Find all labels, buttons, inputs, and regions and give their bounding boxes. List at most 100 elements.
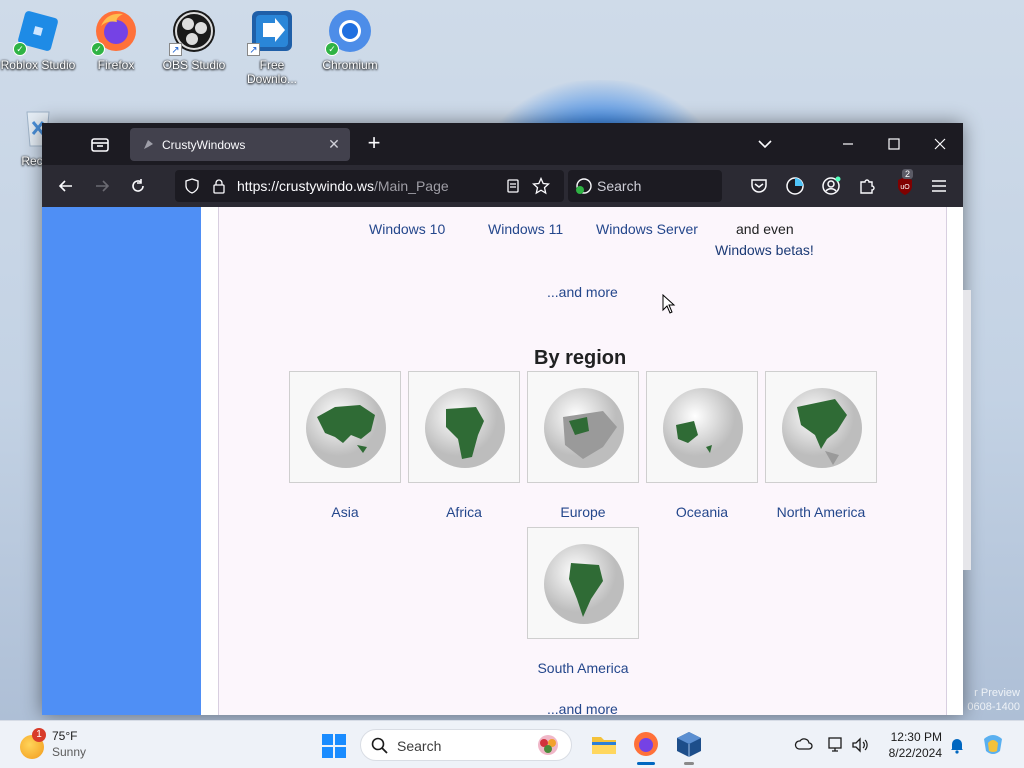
url-path: /Main_Page (373, 178, 449, 194)
windows-logo-icon (322, 734, 346, 758)
page-viewport[interactable]: Windows 10 Windows 11 Windows Server and… (42, 207, 963, 715)
hamburger-menu-icon (932, 180, 946, 192)
weather-temperature: 75°F (52, 729, 78, 743)
svg-text:uO: uO (900, 184, 910, 191)
region-thumb-africa[interactable] (408, 371, 520, 483)
close-icon (934, 138, 946, 150)
extension-globe-icon (786, 177, 804, 195)
taskbar-search-placeholder: Search (397, 738, 442, 754)
running-app-indicator (684, 762, 694, 765)
search-icon (371, 737, 388, 754)
speaker-icon (852, 737, 868, 753)
desktop-icon-obs-studio[interactable]: ↗ OBS Studio (156, 8, 232, 72)
link-windows-10[interactable]: Windows 10 (369, 221, 445, 237)
tab-title: CrustyWindows (162, 138, 246, 152)
by-region-heading: By region (534, 347, 627, 369)
desktop-icon-label: Roblox Studio (0, 58, 76, 72)
region-thumb-north-america[interactable] (765, 371, 877, 483)
desktop-icon-chromium[interactable]: ✓ Chromium (312, 8, 388, 72)
taskbar-clock[interactable]: 12:30 PM 8/22/2024 (872, 729, 942, 761)
desktop-icon-free-download-manager[interactable]: ↗ Free Downlo... (234, 8, 310, 86)
lock-icon[interactable] (211, 178, 227, 194)
link-windows-server[interactable]: Windows Server (596, 221, 698, 237)
firefox-icon: ✓ (91, 8, 139, 56)
free-download-manager-icon: ↗ (247, 8, 295, 56)
europe-globe-image (544, 388, 624, 468)
weather-widget[interactable]: 1 75°F Sunny (20, 728, 140, 763)
region-thumb-south-america[interactable] (527, 527, 639, 639)
reader-view-icon[interactable] (505, 178, 521, 194)
volume-tray-button[interactable] (850, 735, 870, 755)
maximize-icon (888, 138, 900, 150)
forward-arrow-icon (96, 180, 110, 192)
taskbar-file-explorer[interactable] (587, 729, 621, 761)
app-menu-button[interactable] (926, 173, 952, 199)
firefox-icon (634, 732, 658, 756)
nav-toolbar: https://crustywindo.ws/Main_Page Search … (42, 165, 963, 207)
minimize-icon (843, 143, 853, 145)
browser-window: CrustyWindows ✕ + https://crustywindo.ws… (42, 123, 963, 715)
address-bar[interactable]: https://crustywindo.ws/Main_Page (175, 170, 564, 202)
link-windows-11[interactable]: Windows 11 (488, 221, 563, 237)
folder-icon (592, 737, 616, 754)
search-engine-icon (576, 178, 592, 194)
firefox-view-button[interactable] (88, 133, 112, 157)
tab-crustywindows[interactable]: CrustyWindows ✕ (130, 128, 350, 161)
taskbar-virtualbox[interactable] (672, 729, 706, 765)
desktop-icon-firefox[interactable]: ✓ Firefox (78, 8, 154, 72)
back-arrow-icon (58, 180, 72, 192)
maximize-button[interactable] (880, 131, 908, 157)
and-even-text: and even (736, 221, 794, 237)
desktop-icon-roblox-studio[interactable]: ✓ Roblox Studio (0, 8, 76, 72)
page-scrollbar[interactable] (963, 290, 971, 570)
region-thumb-oceania[interactable] (646, 371, 758, 483)
taskbar-search-box[interactable]: Search (360, 729, 572, 761)
page-favicon-icon (144, 140, 153, 149)
oceania-globe-image (663, 388, 743, 468)
clock-time: 12:30 PM (890, 730, 942, 744)
region-caption-south-america[interactable]: South America (513, 660, 653, 676)
pocket-button[interactable] (746, 173, 772, 199)
region-thumb-europe[interactable] (527, 371, 639, 483)
forward-button[interactable] (88, 173, 116, 199)
search-bar[interactable]: Search (568, 170, 722, 202)
copilot-button[interactable] (980, 731, 1006, 757)
list-all-tabs-button[interactable] (751, 131, 779, 157)
notifications-button[interactable] (947, 735, 967, 755)
close-window-button[interactable] (926, 131, 954, 157)
south-america-globe-image (544, 544, 624, 624)
firefox-view-icon (91, 138, 109, 152)
tracking-protection-shield-icon[interactable] (184, 178, 200, 194)
reload-button[interactable] (124, 173, 152, 199)
search-placeholder: Search (597, 178, 642, 194)
bookmark-star-icon[interactable] (532, 177, 550, 195)
start-button[interactable] (321, 733, 347, 759)
close-tab-icon[interactable]: ✕ (326, 136, 342, 152)
extensions-button[interactable] (854, 173, 880, 199)
url-text[interactable]: https://crustywindo.ws/Main_Page (237, 178, 449, 194)
account-button[interactable] (818, 173, 844, 199)
ublock-origin-button[interactable]: uO 2 (892, 169, 918, 199)
minimize-button[interactable] (834, 131, 862, 157)
region-thumb-asia[interactable] (289, 371, 401, 483)
desktop-icon-label: Free Downlo... (246, 58, 298, 86)
pocket-icon (751, 179, 767, 193)
back-button[interactable] (52, 173, 80, 199)
taskbar-firefox[interactable] (629, 729, 663, 765)
link-windows-betas[interactable]: Windows betas! (715, 242, 814, 258)
main-content-panel: Windows 10 Windows 11 Windows Server and… (218, 207, 947, 715)
account-icon (822, 176, 841, 195)
link-and-more-regions[interactable]: ...and more (547, 701, 618, 715)
new-tab-button[interactable]: + (362, 132, 386, 156)
onedrive-tray-button[interactable] (794, 735, 814, 755)
notification-bell-icon (951, 739, 963, 754)
region-caption-north-america[interactable]: North America (751, 504, 891, 520)
copilot-icon (984, 735, 1002, 754)
cloud-sync-icon (794, 738, 813, 750)
url-host: https://crustywindo.ws (237, 178, 374, 194)
active-app-indicator (637, 762, 655, 765)
extension-globe-button[interactable] (782, 173, 808, 199)
device-tray-button[interactable] (826, 735, 846, 755)
obs-studio-icon: ↗ (169, 8, 217, 56)
link-and-more-versions[interactable]: ...and more (547, 284, 618, 300)
